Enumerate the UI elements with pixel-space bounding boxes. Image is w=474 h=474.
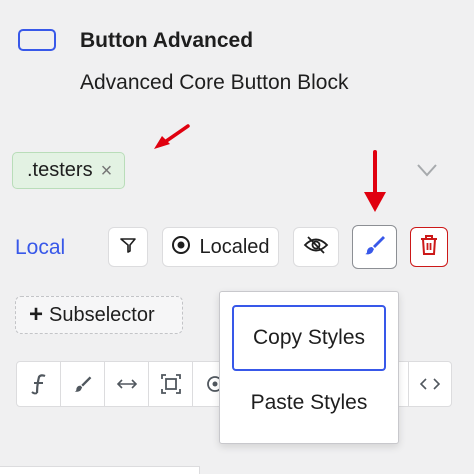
plus-icon: + — [29, 301, 44, 328]
brush-icon — [363, 233, 387, 262]
subselector-label: Subselector — [49, 303, 155, 326]
style-brush-button[interactable] — [352, 225, 397, 269]
spacing-icon[interactable] — [105, 362, 149, 406]
hide-button[interactable] — [293, 227, 339, 267]
class-chip[interactable]: .testers × — [12, 152, 126, 189]
delete-button[interactable] — [410, 227, 448, 267]
block-description: Advanced Core Button Block — [80, 71, 349, 94]
radio-dot-icon — [171, 235, 191, 260]
typography-icon[interactable] — [17, 362, 61, 406]
size-icon[interactable] — [149, 362, 193, 406]
code-icon[interactable] — [408, 362, 451, 406]
add-subselector-button[interactable]: + Subselector — [15, 296, 183, 334]
localed-button[interactable]: Localed — [162, 227, 279, 267]
chevron-down-icon[interactable] — [414, 160, 440, 185]
filter-button[interactable] — [108, 227, 148, 267]
class-chip-label: .testers — [27, 159, 93, 181]
block-title: Button Advanced — [80, 29, 254, 52]
state-label[interactable]: Local — [15, 236, 65, 260]
button-block-icon — [18, 29, 56, 51]
localed-label: Localed — [199, 235, 270, 258]
annotation-arrow-icon — [362, 150, 388, 214]
bottom-panel-edge — [0, 466, 200, 474]
copy-styles-menu-item[interactable]: Copy Styles — [232, 305, 386, 371]
brush-icon[interactable] — [61, 362, 105, 406]
eye-slash-icon — [303, 235, 329, 260]
trash-icon — [419, 234, 439, 261]
annotation-arrow-icon — [150, 122, 192, 152]
remove-class-icon[interactable]: × — [101, 161, 113, 181]
filter-icon — [119, 236, 137, 259]
style-actions-menu: Copy Styles Paste Styles — [219, 291, 399, 444]
paste-styles-menu-item[interactable]: Paste Styles — [232, 370, 386, 436]
